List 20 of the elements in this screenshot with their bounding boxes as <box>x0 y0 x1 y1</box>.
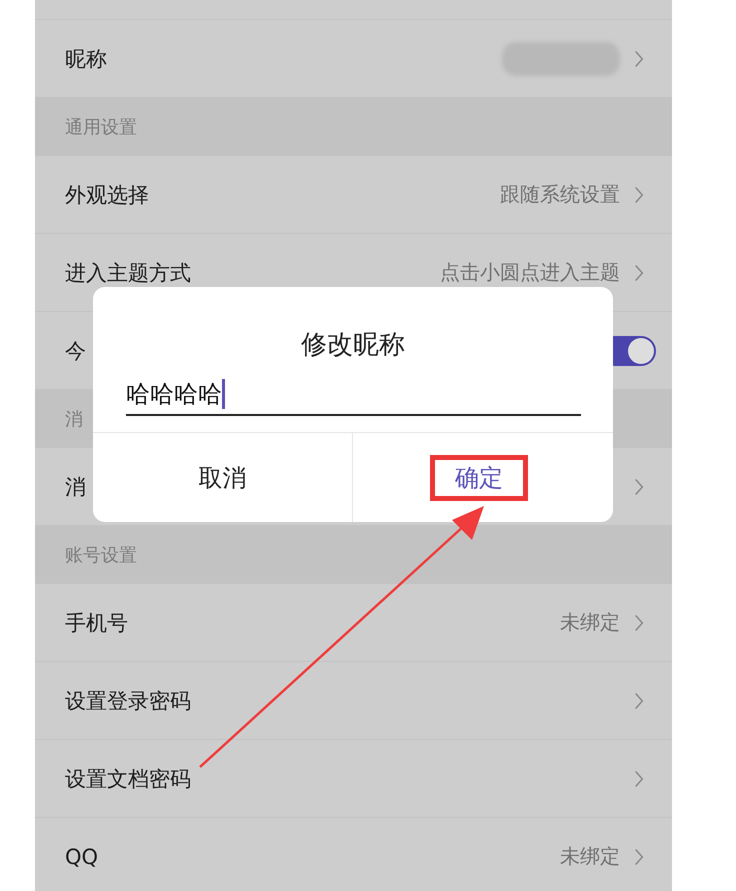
dialog-title: 修改昵称 <box>300 329 406 362</box>
setting-value: 未绑定 <box>560 843 620 870</box>
setting-label: 昵称 <box>65 46 107 72</box>
confirm-button[interactable]: 确定 <box>430 454 528 500</box>
setting-label: 手机号 <box>65 610 128 636</box>
setting-label: 外观选择 <box>65 182 149 208</box>
section-header: 账号设置 <box>65 544 137 567</box>
setting-value: 跟随系统设置 <box>500 181 620 208</box>
section-header: 通用设置 <box>65 116 137 139</box>
setting-value: 未绑定 <box>560 609 620 636</box>
setting-label: 设置登录密码 <box>65 688 191 714</box>
setting-value: 点击小圆点进入主题 <box>440 259 620 286</box>
setting-label: 消 <box>65 474 86 500</box>
setting-label: 设置文档密码 <box>65 766 191 792</box>
cancel-button[interactable]: 取消 <box>93 433 353 522</box>
input-field[interactable]: 哈哈哈哈 <box>126 374 581 416</box>
setting-label: 进入主题方式 <box>65 260 191 286</box>
setting-label: QQ <box>65 844 98 868</box>
section-header: 消 <box>65 408 83 431</box>
setting-label: 今 <box>65 338 86 364</box>
